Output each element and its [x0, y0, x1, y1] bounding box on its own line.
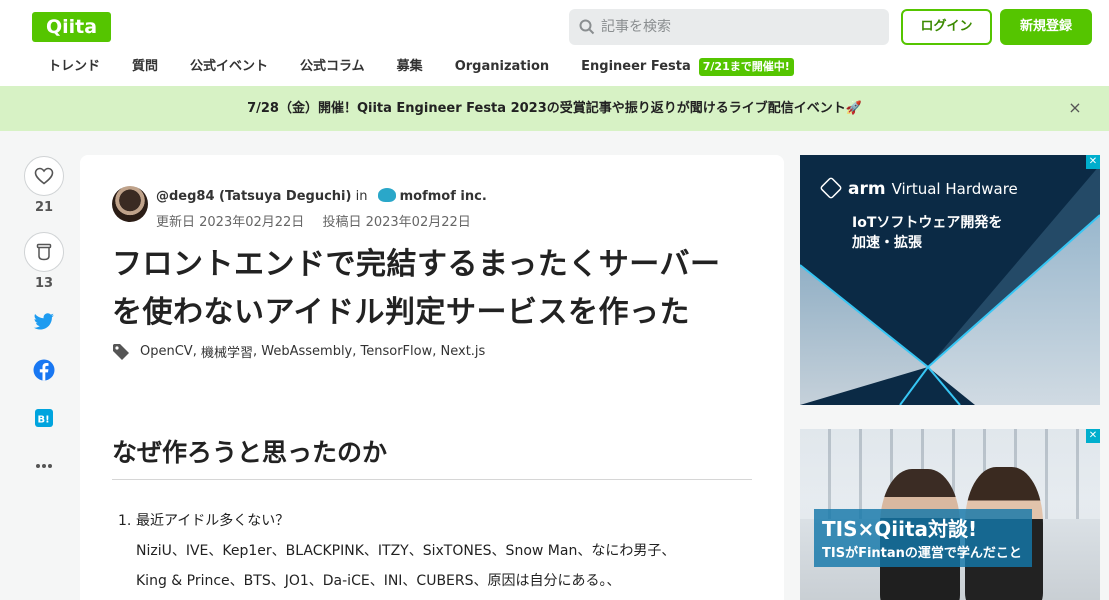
facebook-icon [33, 359, 55, 381]
list-line-3: King & Prince、BTS、JO1、Da-iCE、INI、CUBERS、… [136, 573, 621, 589]
article-actions: 21 13 B! [24, 156, 64, 478]
tag-tensorflow[interactable]: TensorFlow [361, 344, 433, 359]
nav-recruiting[interactable]: 募集 [381, 54, 439, 80]
stock-icon [36, 243, 52, 261]
twitter-icon [33, 313, 54, 330]
ad2-subline: TISがFintanの運営で学んだこと [822, 546, 1022, 561]
list-item-text: 最近アイドル多くない？ [136, 513, 290, 529]
ad1-brand-name: arm [848, 179, 886, 199]
tag-opencv[interactable]: OpenCV [140, 344, 193, 359]
nav-trend[interactable]: トレンド [32, 54, 116, 80]
ad-arm-virtual-hardware[interactable]: arm Virtual Hardware IoTソフトウェア開発を 加速・拡張 ✕ [800, 155, 1100, 405]
organization-name[interactable]: mofmof inc. [400, 189, 487, 204]
arm-logo-icon [819, 176, 843, 200]
search-placeholder: 記事を検索 [601, 19, 671, 35]
facebook-share[interactable] [24, 358, 64, 382]
more-options[interactable] [24, 454, 64, 478]
article-card: @deg84 (Tatsuya Deguchi) in mofmof inc. … [80, 155, 784, 600]
qiita-logo[interactable]: Qiita [32, 12, 111, 42]
login-button[interactable]: ログイン [901, 9, 992, 45]
author-name[interactable]: @deg84 (Tatsuya Deguchi) [156, 189, 351, 204]
heart-icon [34, 167, 54, 185]
hatena-bookmark-icon: B! [35, 409, 53, 427]
search-icon [579, 19, 595, 35]
ad1-line-1: IoTソフトウェア開発を [852, 215, 1003, 231]
tag-icon [113, 343, 129, 360]
hatena-bookmark-share[interactable]: B! [24, 406, 64, 430]
like-button[interactable] [24, 156, 64, 196]
nav-official-columns[interactable]: 公式コラム [284, 54, 381, 80]
festa-badge: 7/21まで開催中! [698, 58, 794, 76]
organization-logo-icon[interactable] [377, 188, 396, 202]
title-line-2: を使わないアイドル判定サービスを作った [112, 295, 690, 330]
article-title: フロントエンドで完結するまったくサーバー を使わないアイドル判定サービスを作った [112, 241, 762, 337]
list-item: 1. 最近アイドル多くない？ [118, 506, 758, 536]
site-header: Qiita 記事を検索 ログイン 新規登録 トレンド 質問 公式イベント 公式コ… [0, 0, 1109, 86]
article-dates: 更新日 2023年02月22日 投稿日 2023年02月22日 [156, 211, 471, 230]
tag-webassembly[interactable]: WebAssembly [261, 344, 352, 359]
tag-nextjs[interactable]: Next.js [441, 344, 486, 359]
section-heading: なぜ作ろうと思ったのか [112, 433, 752, 480]
reason-list: 1. 最近アイドル多くない？ NiziU、IVE、Kep1er、BLACKPINK… [118, 506, 758, 596]
announcement-banner[interactable]: 7/28（金）開催！Qiita Engineer Festa 2023の受賞記事… [0, 86, 1109, 131]
ad-choices-icon[interactable]: ✕ [1086, 429, 1100, 443]
search-input[interactable]: 記事を検索 [569, 9, 889, 45]
author-line: @deg84 (Tatsuya Deguchi) in mofmof inc. [156, 188, 487, 204]
list-line-2: NiziU、IVE、Kep1er、BLACKPINK、ITZY、SixTONES… [136, 543, 676, 559]
ad2-headline: TIS×Qiita対談! [822, 517, 978, 541]
signup-button[interactable]: 新規登録 [1000, 9, 1092, 45]
tag-list: OpenCV, 機械学習, WebAssembly, TensorFlow, N… [112, 342, 485, 361]
nav-official-events[interactable]: 公式イベント [174, 54, 284, 80]
more-dots-icon [36, 464, 52, 468]
twitter-share[interactable] [24, 310, 64, 334]
author-avatar[interactable] [112, 186, 148, 222]
nav-questions[interactable]: 質問 [116, 54, 174, 80]
close-icon[interactable]: × [1065, 98, 1085, 118]
nav-organization[interactable]: Organization [439, 54, 565, 80]
svg-text:B!: B! [38, 415, 50, 426]
ad-choices-icon[interactable]: ✕ [1086, 155, 1100, 169]
title-line-1: フロントエンドで完結するまったくサーバー [112, 247, 721, 282]
stock-button[interactable] [24, 232, 64, 272]
ad1-copy: IoTソフトウェア開発を 加速・拡張 [852, 213, 1002, 253]
like-count: 21 [34, 200, 54, 215]
ad1-line-2: 加速・拡張 [852, 235, 922, 251]
tag-machine-learning[interactable]: 機械学習 [201, 342, 253, 361]
ad1-brand: arm Virtual Hardware [819, 176, 1018, 200]
ad-tis-qiita[interactable]: TIS×Qiita対談! TISがFintanの運営で学んだこと ✕ [800, 429, 1100, 600]
ad1-product: Virtual Hardware [891, 180, 1018, 198]
main-nav: トレンド 質問 公式イベント 公式コラム 募集 Organization Eng… [32, 54, 794, 80]
posted-date: 投稿日 2023年02月22日 [322, 215, 471, 230]
in-label: in [355, 189, 368, 204]
list-number: 1. [118, 513, 132, 529]
stock-count: 13 [34, 276, 54, 291]
banner-text[interactable]: 7/28（金）開催！Qiita Engineer Festa 2023の受賞記事… [0, 86, 1109, 131]
updated-date: 更新日 2023年02月22日 [156, 215, 305, 230]
nav-engineer-festa[interactable]: Engineer Festa [565, 54, 707, 80]
